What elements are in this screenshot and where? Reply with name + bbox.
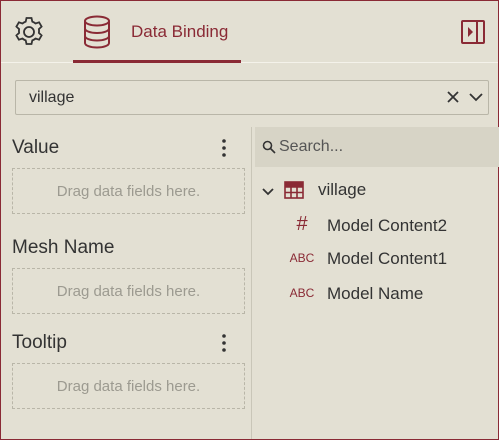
field-label: Model Content2 (327, 216, 448, 235)
search-icon (262, 140, 276, 154)
chevron-down-icon[interactable] (261, 185, 275, 199)
panel-divider (251, 127, 252, 439)
more-options-icon[interactable] (217, 332, 231, 354)
dropzone-value[interactable]: Drag data fields here. (12, 168, 245, 214)
tree-node-label: village (318, 180, 367, 199)
search-input[interactable] (279, 135, 489, 159)
active-tab-indicator (73, 60, 241, 63)
section-title-tooltip: Tooltip (12, 332, 67, 353)
panel-toggle-icon[interactable] (460, 19, 486, 45)
field-item[interactable]: # Model Content2 (255, 213, 499, 241)
section-title-value: Value (12, 137, 60, 158)
dataset-value: village (29, 89, 75, 106)
tree-node-village[interactable]: village (255, 177, 499, 205)
text-type-icon: ABC (289, 286, 315, 300)
dataset-dropdown[interactable]: village (15, 80, 489, 115)
panel-header: Data Binding (1, 1, 498, 63)
tab-label: Data Binding (131, 22, 229, 41)
field-item[interactable]: ABC Model Content1 (255, 246, 499, 274)
field-label: Model Content1 (327, 249, 448, 268)
tab-data-binding[interactable]: Data Binding (73, 1, 241, 64)
dropzone-mesh-name[interactable]: Drag data fields here. (12, 268, 245, 314)
data-binding-panel: Data Binding village Value Drag data fie… (0, 0, 499, 440)
clear-icon[interactable] (444, 88, 462, 106)
numeric-type-icon: # (296, 213, 308, 235)
table-icon (284, 181, 304, 199)
field-item[interactable]: ABC Model Name (255, 281, 499, 309)
dropzone-tooltip[interactable]: Drag data fields here. (12, 363, 245, 409)
gear-icon[interactable] (12, 15, 46, 49)
chevron-down-icon[interactable] (468, 89, 484, 105)
section-title-mesh-name: Mesh Name (12, 237, 115, 258)
text-type-icon: ABC (289, 251, 315, 265)
field-label: Model Name (327, 284, 424, 303)
field-search (255, 127, 499, 167)
more-options-icon[interactable] (217, 137, 231, 159)
database-icon (84, 15, 110, 49)
